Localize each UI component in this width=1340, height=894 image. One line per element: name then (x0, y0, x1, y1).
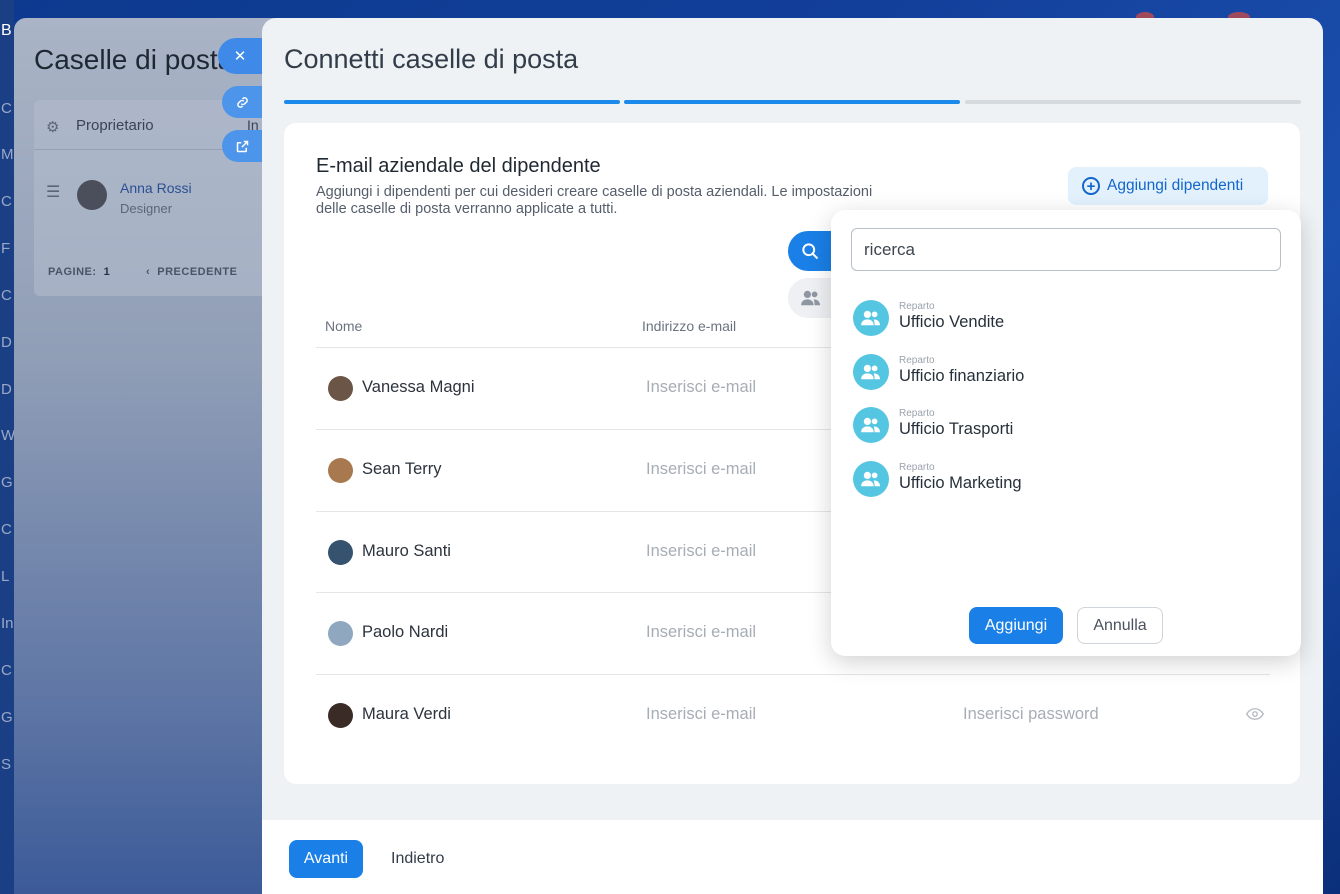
sidebar-letter: In (1, 615, 14, 632)
add-employees-button[interactable]: + Aggiungi dipendenti (1068, 167, 1268, 205)
add-button[interactable]: Aggiungi (969, 607, 1063, 644)
progress-step-3 (965, 100, 1301, 104)
department-icon (853, 354, 889, 390)
password-input[interactable]: Inserisci password (963, 705, 1099, 724)
avatar (328, 376, 353, 401)
department-item[interactable]: Reparto Ufficio finanziario (853, 352, 1273, 392)
department-name: Ufficio Marketing (899, 474, 1022, 492)
department-type-label: Reparto (899, 301, 935, 312)
column-email: Indirizzo e-mail (642, 318, 737, 334)
department-type-label: Reparto (899, 462, 935, 473)
department-type-label: Reparto (899, 355, 935, 366)
department-name: Ufficio finanziario (899, 367, 1025, 385)
section-description: Aggiungi i dipendenti per cui desideri c… (316, 184, 873, 217)
department-name: Ufficio Trasporti (899, 420, 1014, 438)
department-item[interactable]: Reparto Ufficio Marketing (853, 459, 1273, 499)
email-input[interactable]: Inserisci e-mail (646, 460, 756, 479)
link-icon (236, 96, 248, 108)
back-button[interactable]: Indietro (391, 850, 444, 868)
section-title: E-mail aziendale del dipendente (316, 155, 601, 177)
sidebar-letter: D (1, 381, 12, 398)
department-icon (853, 407, 889, 443)
external-link-icon (236, 140, 248, 152)
email-input[interactable]: Inserisci e-mail (646, 378, 756, 397)
sidebar-letter: W (1, 427, 14, 444)
dialog-footer: Avanti Indietro (262, 820, 1323, 894)
sidebar-letter: L (1, 568, 10, 585)
close-button[interactable]: ✕ (218, 38, 262, 74)
department-icon (853, 300, 889, 336)
employee-name: Maura Verdi (362, 705, 451, 723)
previous-page-button[interactable]: ‹ PRECEDENTE (146, 266, 237, 278)
department-search-input[interactable]: ricerca (851, 228, 1281, 271)
page-title: Caselle di posta (34, 44, 234, 75)
copy-link-button[interactable] (222, 86, 262, 118)
sidebar-letter: B (1, 22, 12, 39)
menu-icon[interactable]: ☰ (46, 182, 60, 202)
gear-icon[interactable]: ⚙ (46, 118, 59, 136)
background-sidebar: B C M C F C D D W G C L In C G S (0, 0, 14, 894)
employee-name: Sean Terry (362, 460, 442, 478)
sidebar-letter: F (1, 240, 11, 257)
avatar (328, 540, 353, 565)
sidebar-letter: C (1, 287, 12, 304)
close-icon: ✕ (233, 48, 247, 65)
open-new-window-button[interactable] (222, 130, 262, 162)
plus-circle-icon: + (1082, 177, 1100, 195)
sidebar-letter: C (1, 193, 12, 210)
department-name: Ufficio Vendite (899, 313, 1005, 331)
search-employees-button[interactable] (788, 231, 834, 271)
users-icon (801, 290, 820, 306)
department-item[interactable]: Reparto Ufficio Trasporti (853, 405, 1273, 445)
department-item[interactable]: Reparto Ufficio Vendite (853, 298, 1273, 338)
eye-icon[interactable] (1246, 707, 1264, 721)
search-icon (802, 243, 819, 260)
sidebar-letter: G (1, 709, 13, 726)
dialog-title: Connetti caselle di posta (284, 44, 579, 74)
cancel-button[interactable]: Annulla (1077, 607, 1163, 644)
sidebar-letter: M (1, 146, 14, 163)
select-department-button[interactable] (788, 278, 834, 318)
department-type-label: Reparto (899, 408, 935, 419)
user-name-link[interactable]: Anna Rossi (120, 180, 192, 196)
employee-name: Mauro Santi (362, 542, 451, 560)
next-button[interactable]: Avanti (289, 840, 363, 878)
avatar (328, 621, 353, 646)
avatar (77, 180, 107, 210)
add-employees-label: Aggiungi dipendenti (1107, 177, 1244, 194)
avatar (328, 703, 353, 728)
sidebar-letter: G (1, 474, 13, 491)
email-input[interactable]: Inserisci e-mail (646, 705, 756, 724)
table-row: Maura Verdi Inserisci e-mail Inserisci p… (316, 674, 1270, 756)
avatar (328, 458, 353, 483)
employee-name: Vanessa Magni (362, 378, 475, 396)
email-input[interactable]: Inserisci e-mail (646, 623, 756, 642)
pagination-label: PAGINE: 1 (48, 266, 111, 278)
user-role: Designer (120, 201, 173, 216)
employee-name: Paolo Nardi (362, 623, 449, 641)
sidebar-letter: C (1, 662, 12, 679)
department-icon (853, 461, 889, 497)
column-owner: Proprietario (76, 117, 154, 134)
sidebar-letter: C (1, 521, 12, 538)
column-name: Nome (325, 318, 363, 334)
progress-step-1 (284, 100, 620, 104)
sidebar-letter: S (1, 756, 12, 773)
department-picker-popup: ricerca Reparto Ufficio Vendite Reparto … (831, 210, 1301, 656)
email-input[interactable]: Inserisci e-mail (646, 542, 756, 561)
progress-step-2 (624, 100, 960, 104)
sidebar-letter: C (1, 100, 12, 117)
sidebar-letter: D (1, 334, 12, 351)
